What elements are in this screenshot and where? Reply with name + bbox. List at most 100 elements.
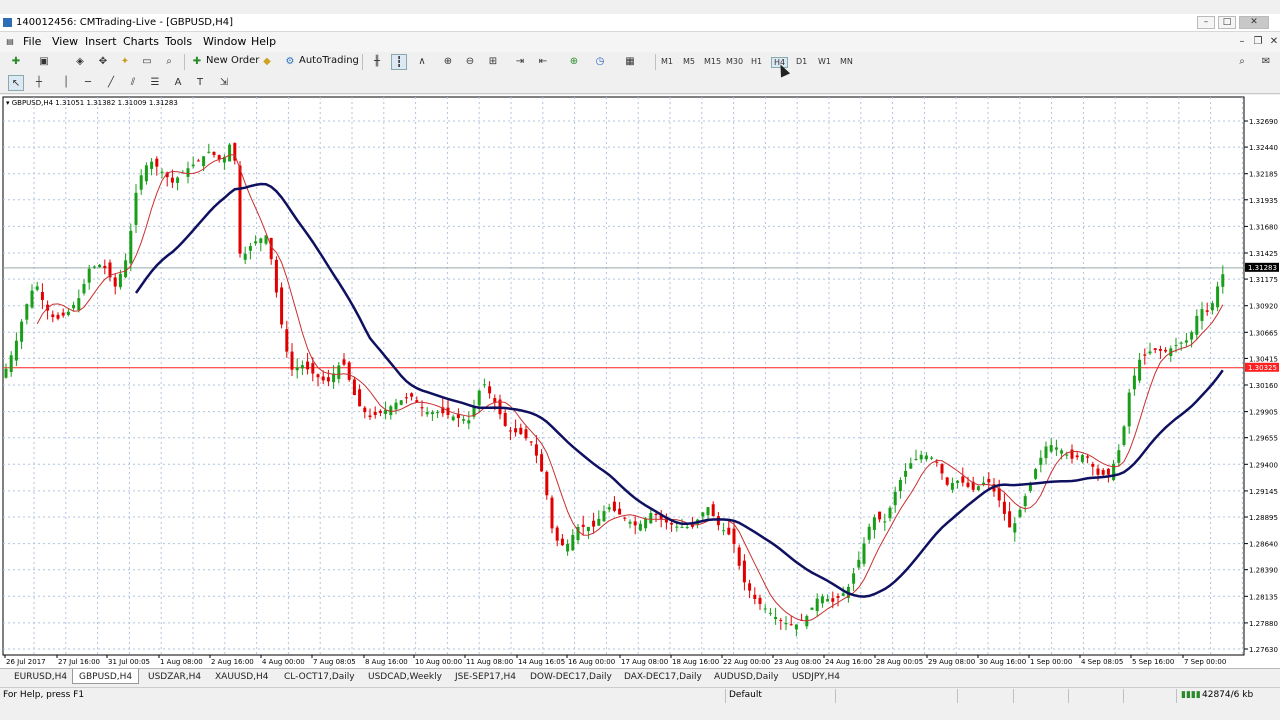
candle-body — [1117, 450, 1121, 463]
crosshair-icon[interactable]: ┼ — [31, 75, 47, 91]
horizontal-line-icon[interactable]: ─ — [80, 75, 96, 91]
fibonacci-icon[interactable]: ☰ — [147, 75, 163, 91]
tab-dax-dec17[interactable]: DAX-DEC17,Daily — [618, 671, 708, 683]
child-restore-icon[interactable]: ❐ — [1250, 34, 1266, 50]
autotrading-icon[interactable]: ⚙ — [282, 54, 298, 70]
candle-body — [118, 273, 122, 288]
time-label: 27 Jul 16:00 — [58, 658, 100, 666]
timeframe-m15[interactable]: M15 — [704, 57, 721, 66]
candle-body — [924, 455, 928, 460]
data-window-icon[interactable]: ✦ — [117, 54, 133, 70]
menu-help[interactable]: Help — [251, 35, 276, 48]
candlestick-icon[interactable]: ┇ — [391, 54, 407, 70]
timeframe-d1[interactable]: D1 — [796, 57, 807, 66]
autoscroll-icon[interactable]: ⇤ — [535, 54, 551, 70]
candle-body — [238, 165, 242, 254]
candle-body — [1039, 457, 1043, 465]
candle-body — [25, 304, 29, 320]
vertical-line-icon[interactable]: │ — [58, 75, 74, 91]
tab-eurusd[interactable]: EURUSD,H4 — [8, 671, 73, 683]
price-label: 1.30665 — [1249, 329, 1278, 337]
tab-gbpusd[interactable]: GBPUSD,H4 — [72, 669, 140, 684]
candle-body — [524, 429, 528, 439]
menu-window[interactable]: Window — [203, 35, 246, 48]
text-tool-icon[interactable]: A — [170, 75, 186, 91]
line-chart-icon[interactable]: ∧ — [414, 54, 430, 70]
zoom-out-icon[interactable]: ⊖ — [462, 54, 478, 70]
menu-insert[interactable]: Insert — [85, 35, 117, 48]
navigator-icon[interactable]: ✥ — [95, 54, 111, 70]
tab-cl-oct17[interactable]: CL-OCT17,Daily — [278, 671, 361, 683]
timeframe-m30[interactable]: M30 — [726, 57, 743, 66]
minimize-button[interactable]: – — [1197, 16, 1215, 29]
timeframe-w1[interactable]: W1 — [818, 57, 831, 66]
candle-body — [597, 518, 601, 526]
candle-body — [514, 428, 518, 433]
time-label: 16 Aug 00:00 — [568, 658, 615, 666]
candle-body — [155, 158, 159, 167]
candle-body — [9, 355, 13, 373]
child-close-icon[interactable]: ✕ — [1266, 34, 1280, 50]
profiles-icon[interactable]: ▣ — [36, 54, 52, 70]
trendline-icon[interactable]: ╱ — [103, 75, 119, 91]
time-label: 24 Aug 16:00 — [825, 658, 872, 666]
candle-body — [394, 402, 398, 410]
candle-body — [893, 491, 897, 506]
candle-body — [228, 144, 232, 162]
candle-body — [259, 238, 263, 244]
new-order-button[interactable]: New Order — [206, 55, 259, 66]
bar-chart-icon[interactable]: ╫ — [369, 54, 385, 70]
title-bar: 140012456: CMTrading-Live - [GBPUSD,H4] … — [0, 14, 1280, 32]
search-icon[interactable]: ⌕ — [1234, 54, 1250, 70]
tab-usdzar[interactable]: USDZAR,H4 — [142, 671, 207, 683]
tab-usdcad[interactable]: USDCAD,Weekly — [362, 671, 448, 683]
zoom-in-icon[interactable]: ⊕ — [440, 54, 456, 70]
menu-tools[interactable]: Tools — [165, 35, 192, 48]
new-chart-icon[interactable]: ✚ — [8, 54, 24, 70]
periods-clock-icon[interactable]: ◷ — [592, 54, 608, 70]
menu-view[interactable]: View — [52, 35, 78, 48]
market-watch-icon[interactable]: ◈ — [72, 54, 88, 70]
tab-audusd[interactable]: AUDUSD,Daily — [708, 671, 785, 683]
candle-body — [628, 521, 632, 524]
cursor-tool-icon[interactable]: ↖ — [8, 75, 24, 91]
candle-body — [139, 175, 143, 190]
price-label: 1.31935 — [1249, 197, 1278, 205]
toolbar-separator — [655, 54, 656, 70]
candle-body — [207, 151, 211, 153]
candle-body — [1034, 469, 1038, 479]
indicators-icon[interactable]: ⊕ — [566, 54, 582, 70]
chart-shift-icon[interactable]: ⇥ — [512, 54, 528, 70]
app-icon — [3, 18, 12, 27]
metaeditor-icon[interactable]: ◆ — [259, 54, 275, 70]
tester-icon[interactable]: ⌕ — [161, 54, 177, 70]
tile-windows-icon[interactable]: ⊞ — [485, 54, 501, 70]
autotrading-button[interactable]: AutoTrading — [299, 55, 359, 66]
status-divider — [1123, 689, 1124, 703]
candle-body — [810, 607, 814, 610]
menu-file[interactable]: File — [23, 35, 41, 48]
tab-xauusd[interactable]: XAUUSD,H4 — [209, 671, 275, 683]
tab-dow-dec17[interactable]: DOW-DEC17,Daily — [524, 671, 618, 683]
arrows-icon[interactable]: ⇲ — [216, 75, 232, 91]
child-minimize-icon[interactable]: – — [1234, 34, 1250, 50]
terminal-icon[interactable]: ▭ — [139, 54, 155, 70]
chart-canvas[interactable]: 1.32690 1.32440 1.32185 1.31935 1.31680 1.314… — [0, 95, 1280, 668]
chat-icon[interactable]: ✉ — [1258, 54, 1274, 70]
close-button[interactable]: ✕ — [1239, 16, 1269, 29]
tab-usdjpy[interactable]: USDJPY,H4 — [786, 671, 846, 683]
tab-jse-sep17[interactable]: JSE-SEP17,H4 — [449, 671, 522, 683]
templates-icon[interactable]: ▦ — [622, 54, 638, 70]
timeframe-m5[interactable]: M5 — [683, 57, 695, 66]
menu-charts[interactable]: Charts — [123, 35, 159, 48]
maximize-button[interactable]: □ — [1218, 16, 1236, 29]
timeframe-m1[interactable]: M1 — [661, 57, 673, 66]
candle-body — [560, 538, 564, 546]
text-label-icon[interactable]: T — [192, 75, 208, 91]
timeframe-mn[interactable]: MN — [840, 57, 853, 66]
channel-icon[interactable]: ⫽ — [125, 75, 141, 91]
timeframe-h1[interactable]: H1 — [751, 57, 762, 66]
price-chart[interactable]: 1.32690 1.32440 1.32185 1.31935 1.31680 1.314… — [0, 95, 1280, 668]
candle-body — [61, 312, 65, 316]
new-order-icon[interactable]: ✚ — [189, 54, 205, 70]
